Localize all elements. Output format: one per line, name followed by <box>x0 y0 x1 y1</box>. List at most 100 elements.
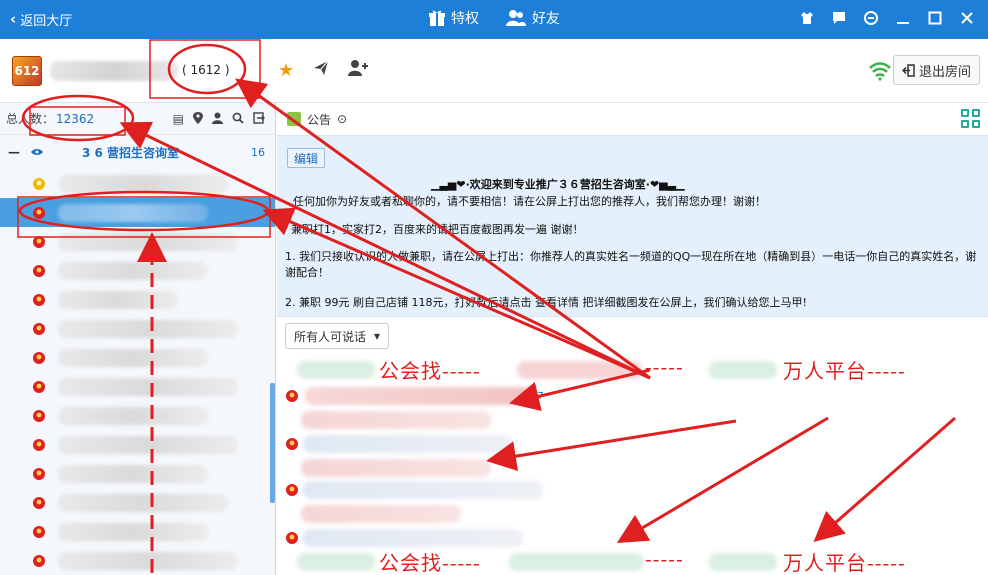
minimize-button[interactable] <box>894 7 912 29</box>
member-row[interactable] <box>0 459 275 488</box>
chat-blur <box>297 553 375 571</box>
chat-red-text-right-bottom: 万人平台----- <box>783 551 906 575</box>
tab-friends[interactable]: 好友 <box>505 8 560 28</box>
chat-blur <box>509 553 644 571</box>
member-name-blurred <box>58 174 228 193</box>
speak-permission-select[interactable]: 所有人可说话 ▾ <box>285 323 390 349</box>
member-avatar-icon <box>33 496 45 509</box>
plane-icon[interactable] <box>312 59 330 82</box>
notice-icon <box>287 112 301 126</box>
grid-view-button[interactable] <box>961 109 980 128</box>
tab-privilege[interactable]: 特权 <box>428 8 479 28</box>
chat-blur <box>709 553 777 571</box>
member-panel: 总人数： 12362 ▤ — 3 6 营招生咨询室 16 <box>0 103 276 575</box>
maximize-button[interactable] <box>926 7 944 29</box>
close-button[interactable] <box>958 7 976 29</box>
member-name-blurred <box>58 348 208 367</box>
location-icon[interactable] <box>193 112 203 127</box>
chat-blur <box>297 361 375 379</box>
exit-room-button[interactable]: 退出房间 <box>892 55 980 85</box>
member-name-blurred <box>58 261 208 280</box>
member-name-blurred <box>58 203 208 222</box>
main-panel: 公告 ⊙ 编辑 ▁▃▅❤·欢迎来到专业推广３６营招生咨询室·❤▅▃▁ 任何加你为… <box>277 103 988 575</box>
notice-line-3: 兼职打1，实家打2，百度来的请把百度截图再发一遍 谢谢！ <box>291 223 584 236</box>
edit-notice-button[interactable]: 编辑 <box>287 148 326 168</box>
group-count: 16 <box>251 145 265 159</box>
notice-chevron-icon[interactable]: ⊙ <box>337 112 347 126</box>
list-icon[interactable]: ▤ <box>173 112 184 127</box>
notice-label[interactable]: 公告 <box>307 111 331 128</box>
member-avatar-icon <box>33 293 45 306</box>
member-avatar-icon <box>33 235 45 248</box>
search-icon[interactable] <box>232 112 244 127</box>
member-avatar-icon <box>33 525 45 538</box>
member-avatar-icon <box>33 467 45 480</box>
chat-red-text-left-bottom: 公会找----- <box>379 551 481 575</box>
window-controls <box>798 7 976 29</box>
tab-friends-label: 好友 <box>532 11 560 27</box>
gift-icon <box>429 10 445 26</box>
notice-board: 编辑 ▁▃▅❤·欢迎来到专业推广３６营招生咨询室·❤▅▃▁ 任何加你为好友或者私… <box>277 135 988 317</box>
member-row[interactable] <box>0 401 275 430</box>
star-icon[interactable]: ★ <box>278 60 294 81</box>
export-icon[interactable] <box>253 112 265 127</box>
member-row[interactable] <box>0 343 275 372</box>
member-row[interactable] <box>0 430 275 459</box>
total-label: 总人数： <box>6 112 55 126</box>
chat-blur <box>709 361 777 379</box>
member-row[interactable] <box>0 314 275 343</box>
notice-line-5: 2. 兼职 99元 刷自己店铺 118元，打好款后请点击 查看详情 把详细截图发… <box>285 296 807 309</box>
notice-line-4: 1. 我们只接收认识的人做兼职，请在公屏上打出：你推荐人的真实姓名一频道的QQ一… <box>285 250 977 279</box>
member-row[interactable] <box>0 546 275 575</box>
collapse-icon[interactable]: — <box>8 145 20 159</box>
member-row[interactable] <box>0 517 275 546</box>
eye-icon <box>31 149 43 155</box>
member-avatar-icon <box>33 206 45 219</box>
settings-circle-icon[interactable] <box>862 7 880 29</box>
group-name: 3 6 营招生咨询室 <box>82 145 180 160</box>
chat-area[interactable]: 公会找----- ----- 万人平台----- 57 公会找----- ---… <box>277 355 988 575</box>
member-avatar-icon <box>286 438 298 450</box>
member-avatar-icon <box>286 532 298 544</box>
member-name-blurred <box>58 319 238 338</box>
add-user-icon[interactable] <box>348 59 369 82</box>
member-avatar-icon <box>286 390 298 402</box>
notice-line-2: 任何加你为好友或者私聊你的，请不要相信！请在公屏上打出您的推荐人，我们帮您办理！… <box>293 195 766 208</box>
total-members-row: 总人数： 12362 ▤ <box>0 103 275 135</box>
member-avatar-icon <box>33 264 45 277</box>
chat-message-blur <box>303 481 543 499</box>
member-row[interactable] <box>0 488 275 517</box>
room-actions: ★ <box>278 59 369 82</box>
member-name-blurred <box>58 464 208 483</box>
speak-permission-value: 所有人可说话 <box>294 329 367 344</box>
chat-red-text-right: 万人平台----- <box>783 359 906 383</box>
group-header[interactable]: — 3 6 营招生咨询室 16 <box>0 135 275 169</box>
member-row[interactable] <box>0 285 275 314</box>
member-name-blurred <box>58 232 238 251</box>
back-label: 返回大厅 <box>20 14 73 29</box>
member-row[interactable] <box>0 227 275 256</box>
member-name-blurred <box>58 551 238 570</box>
member-avatar-icon <box>286 484 298 496</box>
chat-message-blur <box>301 411 491 429</box>
member-row[interactable] <box>0 372 275 401</box>
member-name-blurred <box>58 493 228 512</box>
member-avatar-icon <box>33 322 45 335</box>
user-icon[interactable] <box>212 112 223 127</box>
chat-red-text-left: 公会找----- <box>379 359 481 383</box>
signal-icon <box>868 61 892 84</box>
title-bar: ‹ 返回大厅 特权 好友 <box>0 0 988 39</box>
member-row[interactable] <box>0 169 275 198</box>
member-avatar-icon <box>33 438 45 451</box>
shirt-icon[interactable] <box>798 7 816 29</box>
member-row[interactable] <box>0 256 275 285</box>
message-icon[interactable] <box>830 7 848 29</box>
member-row[interactable] <box>0 198 275 227</box>
member-avatar-icon <box>33 409 45 422</box>
exit-room-label: 退出房间 <box>918 64 971 80</box>
chat-message-blur <box>303 435 513 453</box>
back-to-lobby-button[interactable]: ‹ 返回大厅 <box>10 10 73 30</box>
chat-number: 57 <box>531 391 544 402</box>
member-list-scrollbar[interactable] <box>270 383 275 503</box>
notice-line-1: ▁▃▅❤·欢迎来到专业推广３６营招生咨询室·❤▅▃▁ <box>431 178 685 191</box>
